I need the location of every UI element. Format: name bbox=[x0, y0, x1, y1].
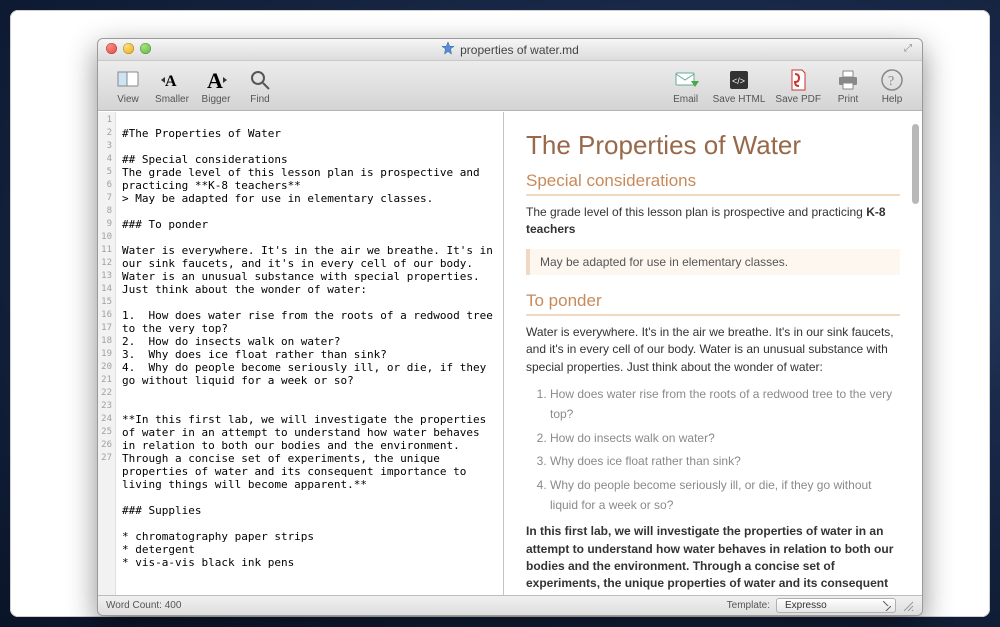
preview-list-item: Why does ice float rather than sink? bbox=[550, 451, 900, 471]
titlebar: properties of water.md ⤢ bbox=[98, 39, 922, 61]
preview-p-grade: The grade level of this lesson plan is p… bbox=[526, 204, 900, 239]
app-window: properties of water.md ⤢ View A Smaller … bbox=[97, 38, 923, 616]
template-value: Expresso bbox=[785, 600, 827, 611]
preview-scrollbar[interactable] bbox=[912, 124, 919, 204]
preview-p-lab: In this first lab, we will investigate t… bbox=[526, 523, 900, 595]
print-label: Print bbox=[838, 94, 859, 105]
save-pdf-label: Save PDF bbox=[775, 94, 821, 105]
find-icon bbox=[247, 66, 273, 94]
print-icon bbox=[835, 66, 861, 94]
preview-list-item: How does water rise from the roots of a … bbox=[550, 384, 900, 425]
email-icon bbox=[673, 66, 699, 94]
word-count: Word Count: 400 bbox=[106, 600, 181, 611]
preview-h2-special: Special considerations bbox=[526, 171, 900, 196]
close-button[interactable] bbox=[106, 43, 117, 54]
help-icon: ? bbox=[879, 66, 905, 94]
smaller-label: Smaller bbox=[155, 94, 189, 105]
save-html-button[interactable]: </> Save HTML bbox=[713, 66, 766, 105]
save-html-label: Save HTML bbox=[713, 94, 766, 105]
markdown-editor[interactable]: 1 2 3 4 5 6 7 8 9 10 11 12 13 14 15 16 1… bbox=[98, 112, 504, 595]
outer-frame: properties of water.md ⤢ View A Smaller … bbox=[10, 10, 990, 617]
smaller-icon: A bbox=[159, 66, 185, 94]
view-label: View bbox=[117, 94, 139, 105]
preview-h1: The Properties of Water bbox=[526, 130, 900, 161]
traffic-lights bbox=[106, 43, 151, 54]
email-label: Email bbox=[673, 94, 698, 105]
save-pdf-button[interactable]: Save PDF bbox=[775, 66, 821, 105]
save-pdf-icon bbox=[785, 66, 811, 94]
view-icon bbox=[115, 66, 141, 94]
svg-text:A: A bbox=[165, 73, 177, 90]
smaller-button[interactable]: A Smaller bbox=[155, 66, 189, 105]
preview-ordered-list: How does water rise from the roots of a … bbox=[530, 384, 900, 515]
minimize-button[interactable] bbox=[123, 43, 134, 54]
svg-text:?: ? bbox=[888, 74, 894, 89]
email-button[interactable]: Email bbox=[669, 66, 703, 105]
line-gutter: 1 2 3 4 5 6 7 8 9 10 11 12 13 14 15 16 1… bbox=[98, 112, 116, 595]
print-button[interactable]: Print bbox=[831, 66, 865, 105]
toolbar: View A Smaller A Bigger Find bbox=[98, 61, 922, 111]
bigger-icon: A bbox=[203, 66, 229, 94]
help-label: Help bbox=[882, 94, 903, 105]
find-button[interactable]: Find bbox=[243, 66, 277, 105]
app-icon bbox=[441, 41, 455, 58]
svg-text:A: A bbox=[207, 68, 223, 93]
bigger-label: Bigger bbox=[202, 94, 231, 105]
help-button[interactable]: ? Help bbox=[875, 66, 909, 105]
resize-grip[interactable] bbox=[902, 600, 914, 612]
template-select[interactable]: Expresso bbox=[776, 598, 896, 613]
window-title: properties of water.md bbox=[441, 41, 579, 58]
markdown-source[interactable]: #The Properties of Water ## Special cons… bbox=[116, 112, 503, 595]
preview-list-item: How do insects walk on water? bbox=[550, 428, 900, 448]
window-title-text: properties of water.md bbox=[460, 43, 579, 57]
save-html-icon: </> bbox=[726, 66, 752, 94]
statusbar: Word Count: 400 Template: Expresso bbox=[98, 595, 922, 615]
svg-text:</>: </> bbox=[732, 76, 745, 86]
preview-h2-ponder: To ponder bbox=[526, 291, 900, 316]
zoom-button[interactable] bbox=[140, 43, 151, 54]
preview-list-item: Why do people become seriously ill, or d… bbox=[550, 475, 900, 516]
preview-blockquote: May be adapted for use in elementary cla… bbox=[526, 249, 900, 275]
preview-p-water: Water is everywhere. It's in the air we … bbox=[526, 324, 900, 376]
preview-pane: The Properties of Water Special consider… bbox=[504, 112, 922, 595]
split-view: 1 2 3 4 5 6 7 8 9 10 11 12 13 14 15 16 1… bbox=[98, 111, 922, 595]
find-label: Find bbox=[250, 94, 269, 105]
view-button[interactable]: View bbox=[111, 66, 145, 105]
bigger-button[interactable]: A Bigger bbox=[199, 66, 233, 105]
fullscreen-button[interactable]: ⤢ bbox=[904, 43, 916, 55]
template-label: Template: bbox=[727, 600, 770, 611]
